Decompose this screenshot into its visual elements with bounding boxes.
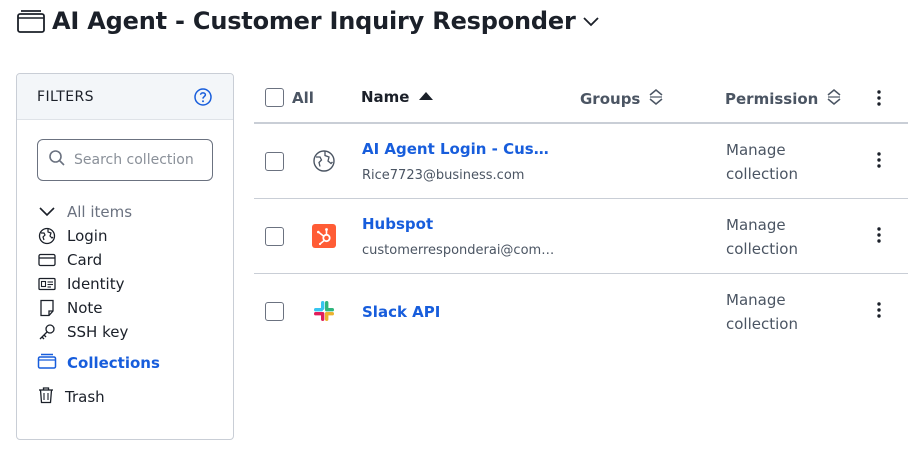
- sort-icon: [826, 88, 842, 110]
- table-header: All Name Groups Permission: [254, 74, 908, 124]
- permission-line: collection: [726, 315, 798, 333]
- column-name-label: Name: [361, 88, 410, 106]
- more-options-icon[interactable]: [876, 300, 882, 320]
- column-groups-header[interactable]: Groups: [580, 88, 664, 110]
- more-options-icon[interactable]: [876, 88, 882, 108]
- permission-line: Manage: [726, 141, 786, 159]
- filter-login[interactable]: Login: [37, 224, 217, 248]
- chevron-down-icon[interactable]: [582, 14, 600, 28]
- item-name-link[interactable]: AI Agent Login - Customer Inquiry Respon…: [362, 140, 552, 158]
- table-row[interactable]: AI Agent Login - Customer Inquiry Respon…: [254, 124, 908, 199]
- item-subtitle: customerresponderai@company.com: [362, 243, 556, 258]
- permission-line: Manage: [726, 291, 786, 309]
- search-box[interactable]: [37, 139, 213, 181]
- filter-trash[interactable]: Trash: [37, 386, 105, 408]
- item-subtitle: Rice7723@business.com: [362, 168, 525, 183]
- row-checkbox[interactable]: [265, 152, 284, 171]
- filters-header: FILTERS: [17, 74, 233, 120]
- table-row[interactable]: Hubspot customerresponderai@company.com …: [254, 199, 908, 274]
- filter-ssh-key[interactable]: SSH key: [37, 320, 217, 344]
- item-name-link[interactable]: Slack API: [362, 303, 440, 321]
- table-row[interactable]: Slack API Manage collection: [254, 274, 908, 349]
- filters-panel: FILTERS Search collection All items Logi…: [16, 73, 234, 440]
- item-name-link[interactable]: Hubspot: [362, 215, 433, 233]
- sort-icon: [648, 88, 664, 110]
- permission-line: collection: [726, 240, 798, 258]
- filter-label: Note: [67, 299, 103, 317]
- column-name-header[interactable]: Name: [361, 88, 435, 106]
- filter-identity[interactable]: Identity: [37, 272, 217, 296]
- more-options-icon[interactable]: [876, 150, 882, 170]
- globe-icon: [37, 226, 57, 246]
- collection-icon: [37, 352, 57, 374]
- row-checkbox[interactable]: [265, 302, 284, 321]
- select-all-label: All: [292, 88, 314, 107]
- help-icon[interactable]: [193, 87, 213, 107]
- items-table: All Name Groups Permission AI Agent Logi…: [254, 74, 908, 349]
- column-permission-header[interactable]: Permission: [725, 88, 842, 110]
- sort-ascending-icon: [417, 88, 435, 106]
- search-input[interactable]: [74, 152, 212, 168]
- column-permission-label: Permission: [725, 90, 819, 108]
- trash-icon: [37, 386, 55, 408]
- select-all-checkbox[interactable]: [265, 88, 284, 107]
- note-icon: [37, 298, 57, 318]
- id-card-icon: [37, 274, 57, 294]
- filter-collections[interactable]: Collections: [37, 352, 160, 374]
- page: AI Agent - Customer Inquiry Responder FI…: [0, 0, 920, 454]
- chevron-down-icon: [37, 202, 57, 222]
- select-all[interactable]: All: [265, 88, 314, 107]
- page-title: AI Agent - Customer Inquiry Responder: [52, 7, 576, 35]
- slack-icon: [312, 299, 336, 323]
- globe-icon: [312, 149, 336, 173]
- filter-note[interactable]: Note: [37, 296, 217, 320]
- item-permission: Manage collection: [726, 288, 826, 336]
- item-permission: Manage collection: [726, 213, 826, 261]
- more-options-icon[interactable]: [876, 225, 882, 245]
- filter-label: All items: [67, 203, 133, 221]
- filter-label: Login: [67, 227, 108, 245]
- permission-line: Manage: [726, 216, 786, 234]
- search-icon: [48, 149, 66, 171]
- filters-title: FILTERS: [37, 88, 94, 105]
- filter-label: Card: [67, 251, 103, 269]
- key-icon: [37, 322, 57, 342]
- credit-card-icon: [37, 250, 57, 270]
- item-permission: Manage collection: [726, 138, 826, 186]
- collections-label: Collections: [67, 354, 160, 372]
- filter-label: SSH key: [67, 323, 129, 341]
- filter-all-items[interactable]: All items: [37, 200, 217, 224]
- trash-label: Trash: [65, 388, 105, 406]
- hubspot-icon: [312, 224, 336, 248]
- title-row: AI Agent - Customer Inquiry Responder: [16, 4, 600, 38]
- permission-line: collection: [726, 165, 798, 183]
- collection-icon: [16, 8, 46, 34]
- filter-card[interactable]: Card: [37, 248, 217, 272]
- column-groups-label: Groups: [580, 90, 641, 108]
- type-filter-list: All items Login Card Identity Note SSH k…: [37, 200, 217, 344]
- row-checkbox[interactable]: [265, 227, 284, 246]
- filter-label: Identity: [67, 275, 125, 293]
